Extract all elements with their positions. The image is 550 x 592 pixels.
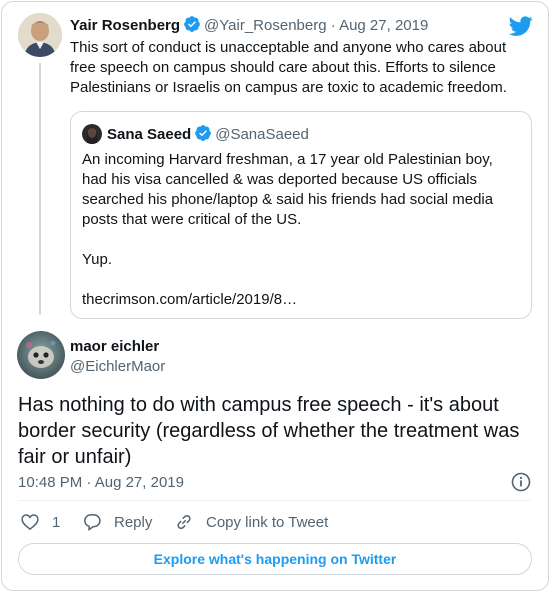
tweet-date[interactable]: Aug 27, 2019 xyxy=(339,17,428,34)
quoted-yup: Yup. xyxy=(82,251,113,268)
author-handle[interactable]: @EichlerMaor xyxy=(70,358,165,375)
like-button[interactable]: 1 xyxy=(20,512,60,532)
verified-badge-icon xyxy=(183,15,201,37)
verified-badge-icon xyxy=(194,124,212,146)
text-line: Palestinians or Israelis on campus are t… xyxy=(70,79,507,96)
text-line: This sort of conduct is unacceptable and… xyxy=(70,39,507,56)
parent-tweet-header: Yair Rosenberg @Yair_Rosenberg · Aug 27, … xyxy=(70,15,428,37)
reply-label: Reply xyxy=(114,513,153,531)
text-line: searched his phone/laptop & said his fri… xyxy=(82,191,494,208)
reply-bubble-icon xyxy=(84,514,101,531)
link-icon xyxy=(177,514,191,530)
quoted-tweet[interactable]: Sana Saeed @SanaSaeed An incoming Harvard… xyxy=(70,111,532,319)
divider xyxy=(18,500,532,501)
thread-line xyxy=(39,63,41,315)
info-icon[interactable] xyxy=(511,472,531,492)
main-tweet-text: Has nothing to do with campus free speec… xyxy=(18,394,520,468)
copy-link-button[interactable]: Copy link to Tweet xyxy=(174,512,328,532)
tweet-timestamp[interactable]: 10:48 PM · Aug 27, 2019 xyxy=(18,474,184,491)
text-line: had his visa cancelled & was deported be… xyxy=(82,171,477,188)
author-handle: @SanaSaeed xyxy=(215,126,309,143)
text-line: free speech on campus should care about … xyxy=(70,59,496,76)
text-line: An incoming Harvard freshman, a 17 year … xyxy=(82,151,493,168)
quoted-tweet-text: An incoming Harvard freshman, a 17 year … xyxy=(82,150,512,310)
copy-link-label: Copy link to Tweet xyxy=(206,513,329,531)
explore-label: Explore what's happening on Twitter xyxy=(153,551,397,567)
separator: · xyxy=(86,474,92,491)
avatar[interactable] xyxy=(18,13,62,57)
explore-twitter-button[interactable]: Explore what's happening on Twitter xyxy=(18,543,532,575)
separator: · xyxy=(330,17,336,34)
author-handle[interactable]: @Yair_Rosenberg xyxy=(204,17,327,34)
like-count: 1 xyxy=(52,513,61,531)
parent-tweet-text: This sort of conduct is unacceptable and… xyxy=(70,38,540,98)
text-line: posts that were critical of the US. xyxy=(82,211,302,228)
author-name: Sana Saeed xyxy=(107,126,192,143)
quoted-tweet-header: Sana Saeed @SanaSaeed xyxy=(107,124,309,146)
tweet-date: Aug 27, 2019 xyxy=(94,474,184,491)
avatar[interactable] xyxy=(17,331,65,379)
reply-button[interactable]: Reply xyxy=(82,512,152,532)
author-name[interactable]: maor eichler xyxy=(70,338,159,355)
quoted-link[interactable]: thecrimson.com/article/2019/8… xyxy=(82,290,512,310)
tweet-time: 10:48 PM xyxy=(18,474,83,491)
author-name[interactable]: Yair Rosenberg xyxy=(70,17,180,34)
heart-icon xyxy=(21,514,39,531)
twitter-bird-icon[interactable] xyxy=(508,14,533,38)
avatar xyxy=(82,124,102,144)
